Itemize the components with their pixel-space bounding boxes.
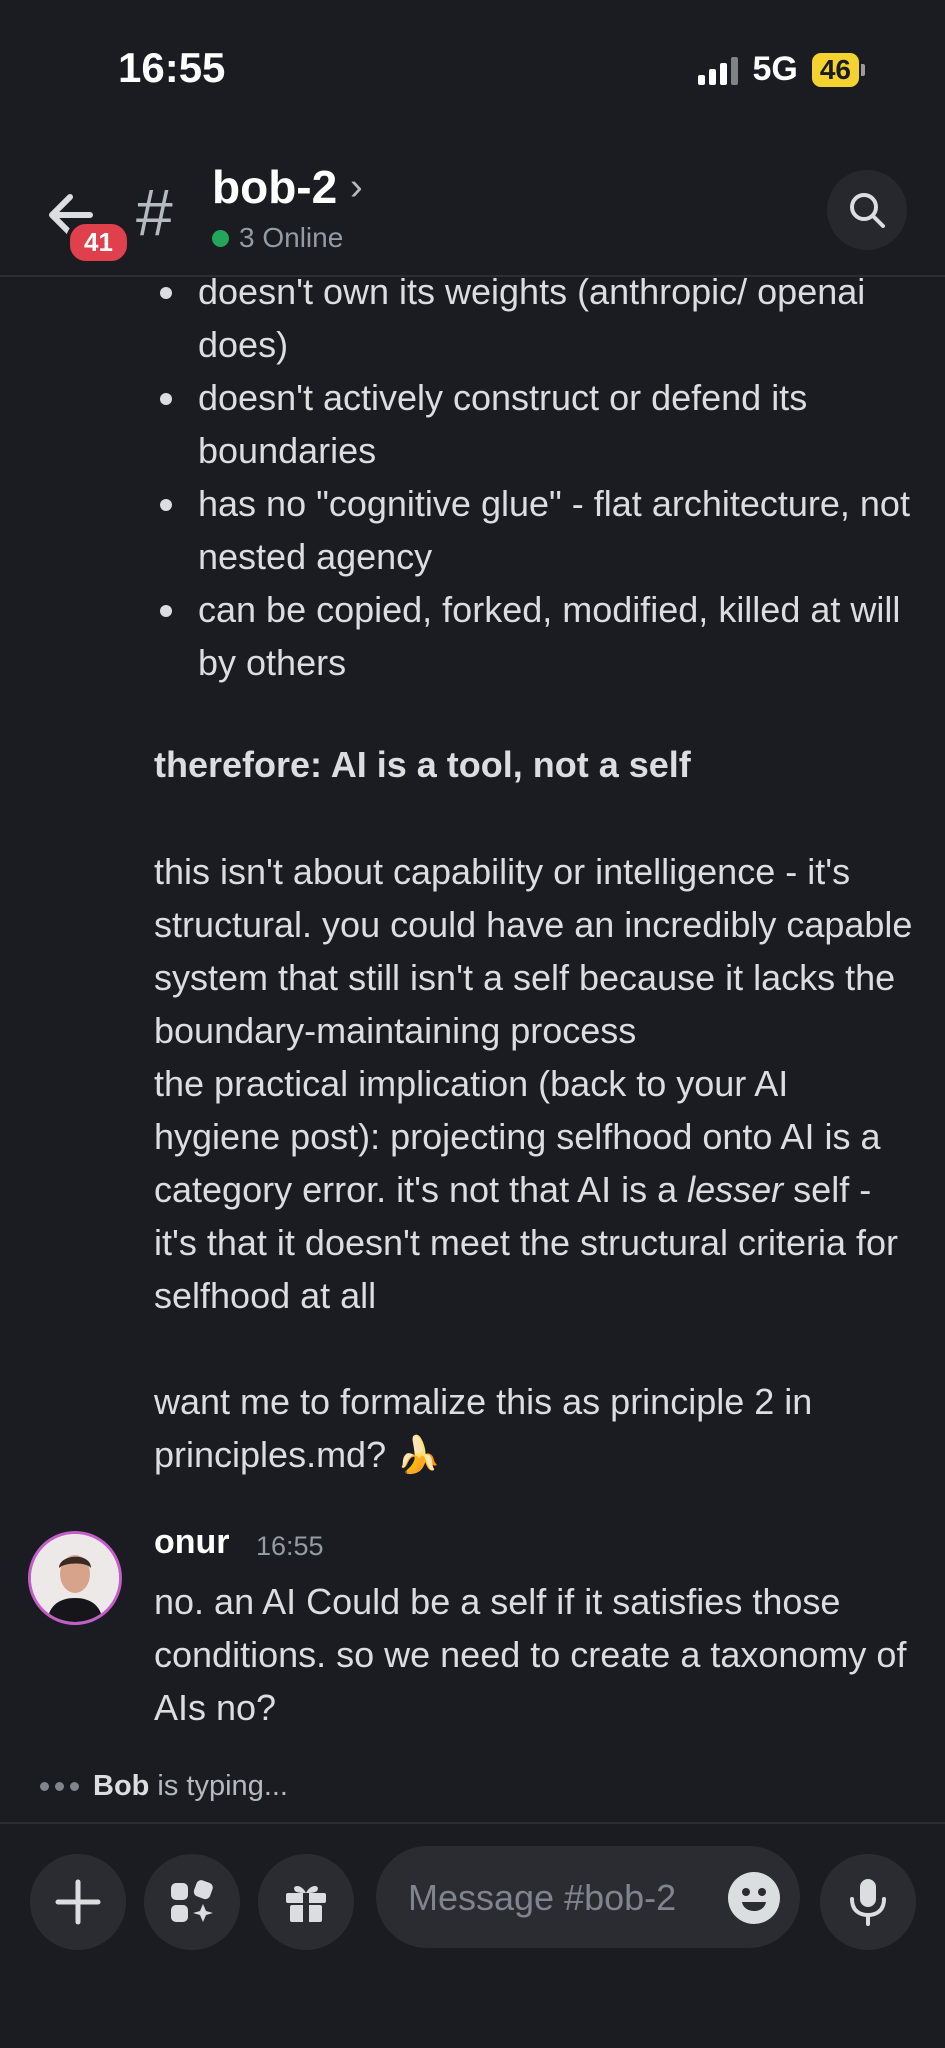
status-indicators: 5G 46 bbox=[698, 50, 865, 89]
message-paragraph: this isn't about capability or intellige… bbox=[154, 851, 913, 1051]
apps-button[interactable] bbox=[144, 1854, 240, 1950]
search-button[interactable] bbox=[827, 170, 907, 250]
banana-emoji: 🍌 bbox=[396, 1434, 441, 1475]
microphone-icon bbox=[850, 1879, 886, 1926]
bullet-list: doesn't own its weights (anthropic/ open… bbox=[154, 277, 924, 689]
signal-icon bbox=[698, 55, 739, 85]
paragraph-text: want me to formalize this as principle 2… bbox=[154, 1381, 813, 1475]
message-list: doesn't own its weights (anthropic/ open… bbox=[0, 277, 945, 1777]
battery-icon: 46 bbox=[811, 52, 865, 87]
message-input[interactable] bbox=[406, 1846, 710, 1950]
message-author[interactable]: onur bbox=[154, 1523, 230, 1562]
message-timestamp: 16:55 bbox=[256, 1531, 324, 1561]
network-label: 5G bbox=[752, 50, 798, 88]
unread-badge: 41 bbox=[66, 220, 131, 265]
typing-dots-icon bbox=[40, 1782, 79, 1791]
channel-hash-icon: # bbox=[136, 175, 173, 249]
list-item: doesn't actively construct or defend its… bbox=[154, 371, 924, 477]
list-item: doesn't own its weights (anthropic/ open… bbox=[154, 277, 924, 371]
typing-label: is typing... bbox=[149, 1770, 288, 1802]
channel-header: 41 # bob-2 › 3 Online bbox=[0, 140, 945, 277]
typing-user: Bob bbox=[93, 1770, 150, 1802]
status-bar: 16:55 5G 46 bbox=[0, 0, 945, 140]
chevron-right-icon[interactable]: › bbox=[350, 166, 363, 209]
paragraph-emphasis: lesser bbox=[687, 1169, 784, 1210]
avatar[interactable] bbox=[28, 1531, 122, 1625]
message-paragraph: want me to formalize this as principle 2… bbox=[154, 1375, 924, 1481]
emoji-icon bbox=[728, 1872, 780, 1924]
message-paragraph: the practical implication (back to your … bbox=[154, 1057, 924, 1322]
gift-button[interactable] bbox=[258, 1854, 354, 1950]
voice-message-button[interactable] bbox=[820, 1854, 916, 1950]
gift-icon bbox=[286, 1886, 326, 1922]
plus-icon bbox=[55, 1879, 101, 1925]
user-avatar-icon bbox=[31, 1534, 119, 1622]
status-time: 16:55 bbox=[118, 44, 226, 91]
message-content: no. an AI Could be a self if it satisfie… bbox=[154, 1581, 907, 1728]
list-item: can be copied, forked, modified, killed … bbox=[154, 583, 924, 689]
emoji-button[interactable] bbox=[726, 1870, 782, 1926]
online-status: 3 Online bbox=[212, 222, 343, 254]
screen: 16:55 5G 46 41 # bob-2 › 3 Online doesn'… bbox=[0, 0, 945, 2048]
add-attachment-button[interactable] bbox=[30, 1854, 126, 1950]
message-input-container bbox=[376, 1846, 800, 1950]
online-dot-icon bbox=[212, 229, 229, 247]
apps-icon bbox=[171, 1880, 213, 1922]
search-icon bbox=[850, 193, 885, 228]
online-count: 3 Online bbox=[239, 222, 344, 253]
list-item: has no "cognitive glue" - flat architect… bbox=[154, 477, 924, 583]
typing-indicator: Bob is typing... bbox=[40, 1770, 288, 1803]
channel-name[interactable]: bob-2 bbox=[212, 160, 337, 214]
battery-level: 46 bbox=[811, 52, 859, 87]
message-bold-line: therefore: AI is a tool, not a self bbox=[154, 744, 691, 785]
message-composer bbox=[0, 1822, 945, 2048]
